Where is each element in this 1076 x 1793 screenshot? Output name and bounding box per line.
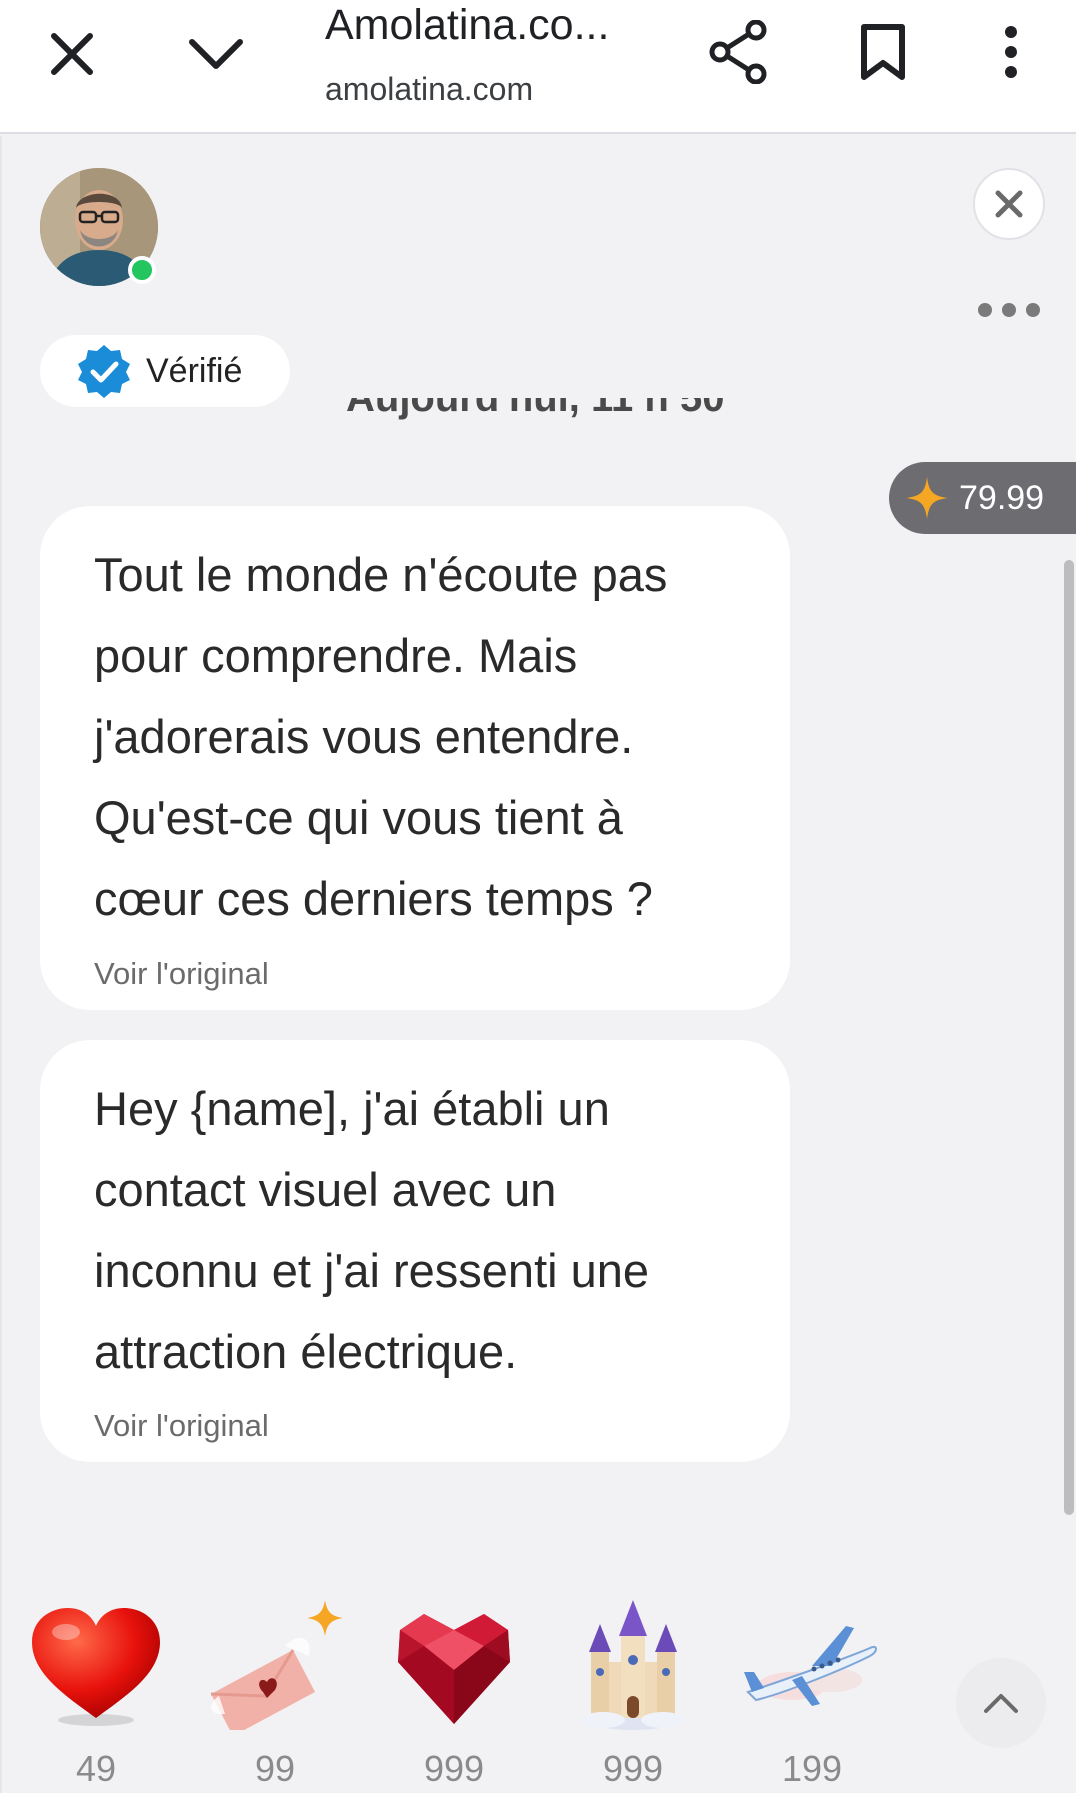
scrollbar[interactable]: [1064, 560, 1074, 1515]
date-separator: Aujourd'hui, 11 h 50: [346, 398, 725, 420]
gift-price: 999: [602, 1748, 664, 1789]
share-icon[interactable]: [702, 16, 774, 88]
sparkle-icon: [906, 477, 948, 519]
airplane-icon: [744, 1626, 877, 1706]
message-text: Tout le monde n'écoute pas pour comprend…: [94, 548, 668, 925]
close-chat-button[interactable]: [973, 168, 1045, 240]
gift-price: 99: [254, 1748, 296, 1789]
verified-check-icon: [78, 345, 130, 398]
love-letter-icon: [210, 1600, 343, 1730]
close-icon[interactable]: [40, 22, 104, 86]
view-original-link[interactable]: Voir l'original: [94, 1408, 269, 1444]
gift-airplane[interactable]: 199: [742, 1600, 882, 1793]
view-original-link[interactable]: Voir l'original: [94, 956, 269, 992]
more-options-button[interactable]: [978, 296, 1040, 324]
castle-icon: [581, 1600, 685, 1730]
more-vertical-icon[interactable]: [990, 16, 1032, 88]
message-bubble: Tout le monde n'écoute pas pour comprend…: [40, 506, 790, 1010]
browser-toolbar: Amolatina.co... amolatina.com: [0, 0, 1076, 134]
message-bubble: Hey {name], j'ai établi un contact visue…: [40, 1040, 790, 1462]
dot-icon: [978, 303, 992, 317]
gift-price: 999: [423, 1748, 485, 1789]
page-title: Amolatina.co...: [325, 1, 610, 49]
chevron-down-icon[interactable]: [182, 22, 250, 86]
close-icon: [995, 190, 1023, 218]
gift-ruby-heart[interactable]: 999: [384, 1600, 524, 1793]
verified-label: Vérifié: [146, 351, 243, 390]
ruby-heart-icon: [398, 1614, 510, 1724]
gift-heart[interactable]: 49: [26, 1600, 166, 1793]
bookmark-icon[interactable]: [850, 16, 916, 88]
credits-balance[interactable]: 79.99: [889, 462, 1076, 534]
gift-love-letter[interactable]: 99: [205, 1600, 345, 1793]
page-url[interactable]: amolatina.com: [325, 70, 533, 108]
message-text: Hey {name], j'ai établi un contact visue…: [94, 1082, 650, 1378]
gift-price: 199: [781, 1748, 843, 1789]
gift-price: 49: [75, 1748, 117, 1789]
chevron-up-icon: [984, 1694, 1018, 1713]
heart-icon: [32, 1608, 160, 1726]
gift-castle[interactable]: 999: [563, 1600, 703, 1793]
dot-icon: [1026, 303, 1040, 317]
profile-avatar[interactable]: [40, 168, 158, 286]
dot-icon: [1002, 303, 1016, 317]
credits-value: 79.99: [959, 478, 1045, 517]
scroll-up-button[interactable]: [956, 1658, 1046, 1748]
verified-badge: Vérifié: [40, 335, 290, 407]
online-status-dot: [128, 256, 156, 284]
